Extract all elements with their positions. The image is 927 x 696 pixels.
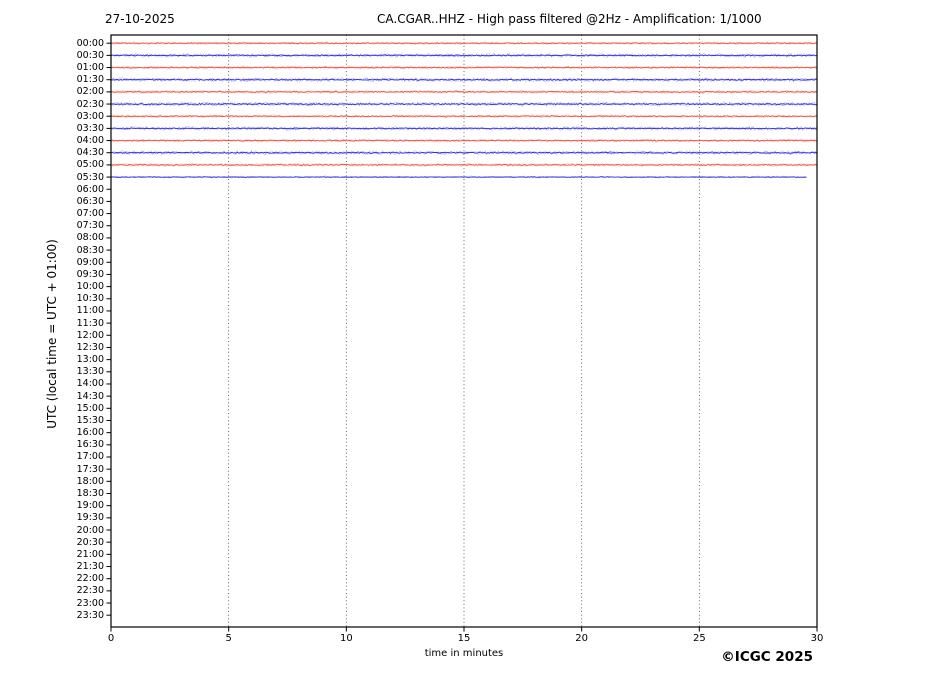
y-tick-label-0100: 01:00 [76, 62, 104, 74]
y-tick-label-1430: 14:30 [76, 390, 104, 402]
y-tick-label-1230: 12:30 [76, 341, 104, 353]
y-tick-label-2300: 23:00 [76, 597, 104, 609]
y-tick-label-0200: 02:00 [76, 86, 104, 98]
y-tick-label-1900: 19:00 [76, 500, 104, 512]
y-tick-label-1700: 17:00 [76, 451, 104, 463]
y-tick-label-1000: 10:00 [76, 281, 104, 293]
x-axis-label: time in minutes [424, 648, 504, 659]
y-tick-label-0300: 03:00 [76, 110, 104, 122]
y-tick-label-2100: 21:00 [76, 548, 104, 560]
y-tick-label-1830: 18:30 [76, 487, 104, 499]
y-tick-label-2200: 22:00 [76, 573, 104, 585]
y-tick-label-2230: 22:30 [76, 585, 104, 597]
y-tick-label-0930: 09:30 [76, 268, 104, 280]
x-tick-label-5: 5 [225, 633, 232, 644]
trace-0000-pass2 [110, 42, 817, 45]
x-tick-label-15: 15 [457, 633, 471, 644]
x-tick-label-0: 0 [107, 633, 115, 644]
y-tick-label-2030: 20:30 [76, 536, 104, 548]
y-tick-label-0230: 02:30 [76, 98, 104, 110]
y-tick-label-2130: 21:30 [76, 561, 104, 573]
y-tick-label-0700: 07:00 [76, 208, 104, 220]
y-tick-label-1330: 13:30 [76, 366, 104, 378]
x-tick-label-20: 20 [575, 633, 589, 644]
y-tick-label-0000: 00:00 [76, 37, 104, 49]
y-tick-label-1930: 19:30 [76, 512, 104, 524]
helicorder-plot [106, 34, 818, 632]
y-tick-label-1030: 10:30 [76, 293, 104, 305]
y-tick-label-1500: 15:00 [76, 402, 104, 414]
y-tick-label-1400: 14:00 [76, 378, 104, 390]
y-tick-label-1730: 17:30 [76, 463, 104, 475]
y-tick-label-1200: 12:00 [76, 329, 104, 341]
trace-0300-pass2 [110, 115, 817, 118]
y-tick-label-1300: 13:00 [76, 354, 104, 366]
y-tick-label-0430: 04:30 [76, 147, 104, 159]
y-tick-label-0330: 03:30 [76, 122, 104, 134]
y-tick-label-0730: 07:30 [76, 220, 104, 232]
x-tick-label-25: 25 [692, 633, 706, 644]
y-tick-label-1100: 11:00 [76, 305, 104, 317]
trace-0400-pass2 [110, 139, 817, 142]
trace-0100-pass2 [110, 66, 818, 69]
y-tick-label-0130: 01:30 [76, 74, 104, 86]
y-tick-label-1800: 18:00 [76, 475, 104, 487]
y-tick-label-0400: 04:00 [76, 135, 104, 147]
y-tick-label-0830: 08:30 [76, 244, 104, 256]
y-tick-label-0600: 06:00 [76, 183, 104, 195]
y-tick-label-0800: 08:00 [76, 232, 104, 244]
x-tick-label-30: 30 [810, 633, 824, 644]
y-tick-label-0530: 05:30 [76, 171, 104, 183]
y-tick-label-0900: 09:00 [76, 256, 104, 268]
y-tick-label-1130: 11:30 [76, 317, 104, 329]
y-tick-label-2330: 23:30 [76, 609, 104, 621]
y-tick-label-0030: 00:30 [76, 49, 104, 61]
x-tick-label-10: 10 [339, 633, 353, 644]
y-tick-label-2000: 20:00 [76, 524, 104, 536]
copyright-label: ©ICGC 2025 [721, 649, 813, 665]
y-tick-label-0630: 06:30 [76, 195, 104, 207]
helicorder-page: 27-10-2025 CA.CGAR..HHZ - High pass filt… [0, 0, 927, 696]
y-tick-label-1530: 15:30 [76, 414, 104, 426]
y-tick-label-1630: 16:30 [76, 439, 104, 451]
y-tick-label-0500: 05:00 [76, 159, 104, 171]
y-tick-label-1600: 16:00 [76, 427, 104, 439]
